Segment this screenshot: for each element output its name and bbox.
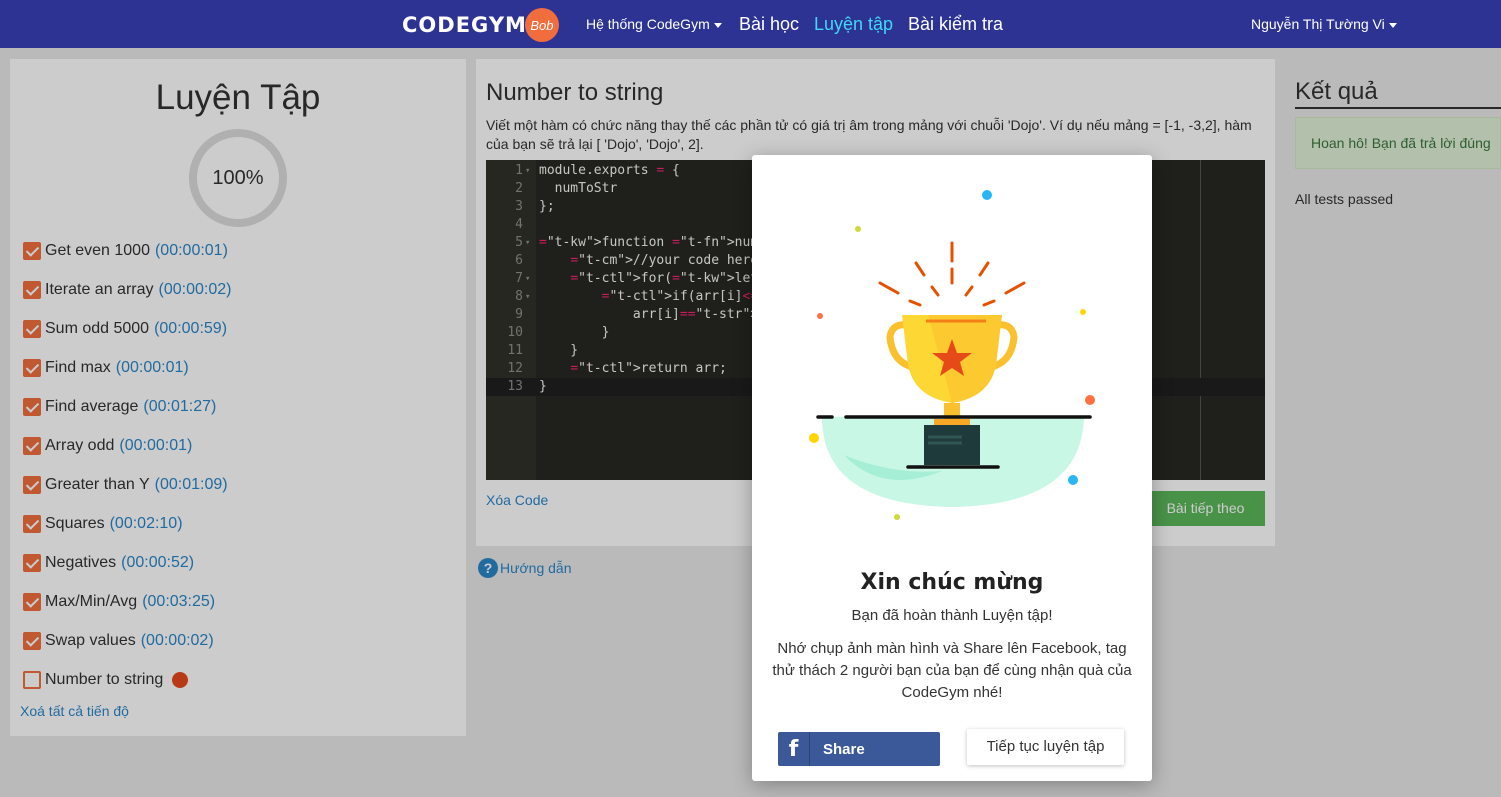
logo-badge: Bob bbox=[524, 8, 559, 42]
nav-practice[interactable]: Luyện tập bbox=[814, 0, 893, 48]
share-label: Share bbox=[823, 740, 865, 758]
continue-practice-button[interactable]: Tiếp tục luyện tập bbox=[967, 729, 1124, 765]
modal-subtitle: Bạn đã hoàn thành Luyện tập! bbox=[851, 607, 1053, 624]
caret-down-icon bbox=[1388, 22, 1397, 28]
nav-test[interactable]: Bài kiểm tra bbox=[908, 0, 1003, 48]
nav-system-label: Hệ thống CodeGym bbox=[586, 16, 710, 32]
user-name: Nguyễn Thị Tường Vi bbox=[1251, 16, 1385, 32]
top-navbar: CODEGYM Bob Hệ thống CodeGym Bài học Luy… bbox=[0, 0, 1501, 48]
congrats-modal: Xin chúc mừng Bạn đã hoàn thành Luyện tậ… bbox=[752, 155, 1152, 781]
trophy-illustration bbox=[809, 190, 1095, 520]
nav-lessons[interactable]: Bài học bbox=[739, 0, 799, 48]
caret-down-icon bbox=[713, 22, 722, 28]
modal-message: Nhớ chụp ảnh màn hình và Share lên Faceb… bbox=[772, 640, 1132, 701]
sparkle-rays bbox=[878, 241, 1026, 307]
modal-title: Xin chúc mừng bbox=[860, 570, 1044, 595]
facebook-share-button[interactable]: f Share bbox=[778, 732, 940, 766]
codegym-logo[interactable]: CODEGYM Bob bbox=[402, 8, 559, 42]
user-menu[interactable]: Nguyễn Thị Tường Vi bbox=[1251, 0, 1397, 48]
nav-system-dropdown[interactable]: Hệ thống CodeGym bbox=[586, 0, 722, 48]
trophy bbox=[886, 315, 1018, 425]
modal-backdrop[interactable] bbox=[0, 48, 1501, 797]
logo-text: CODEGYM bbox=[402, 13, 527, 37]
facebook-icon: f bbox=[778, 732, 810, 766]
